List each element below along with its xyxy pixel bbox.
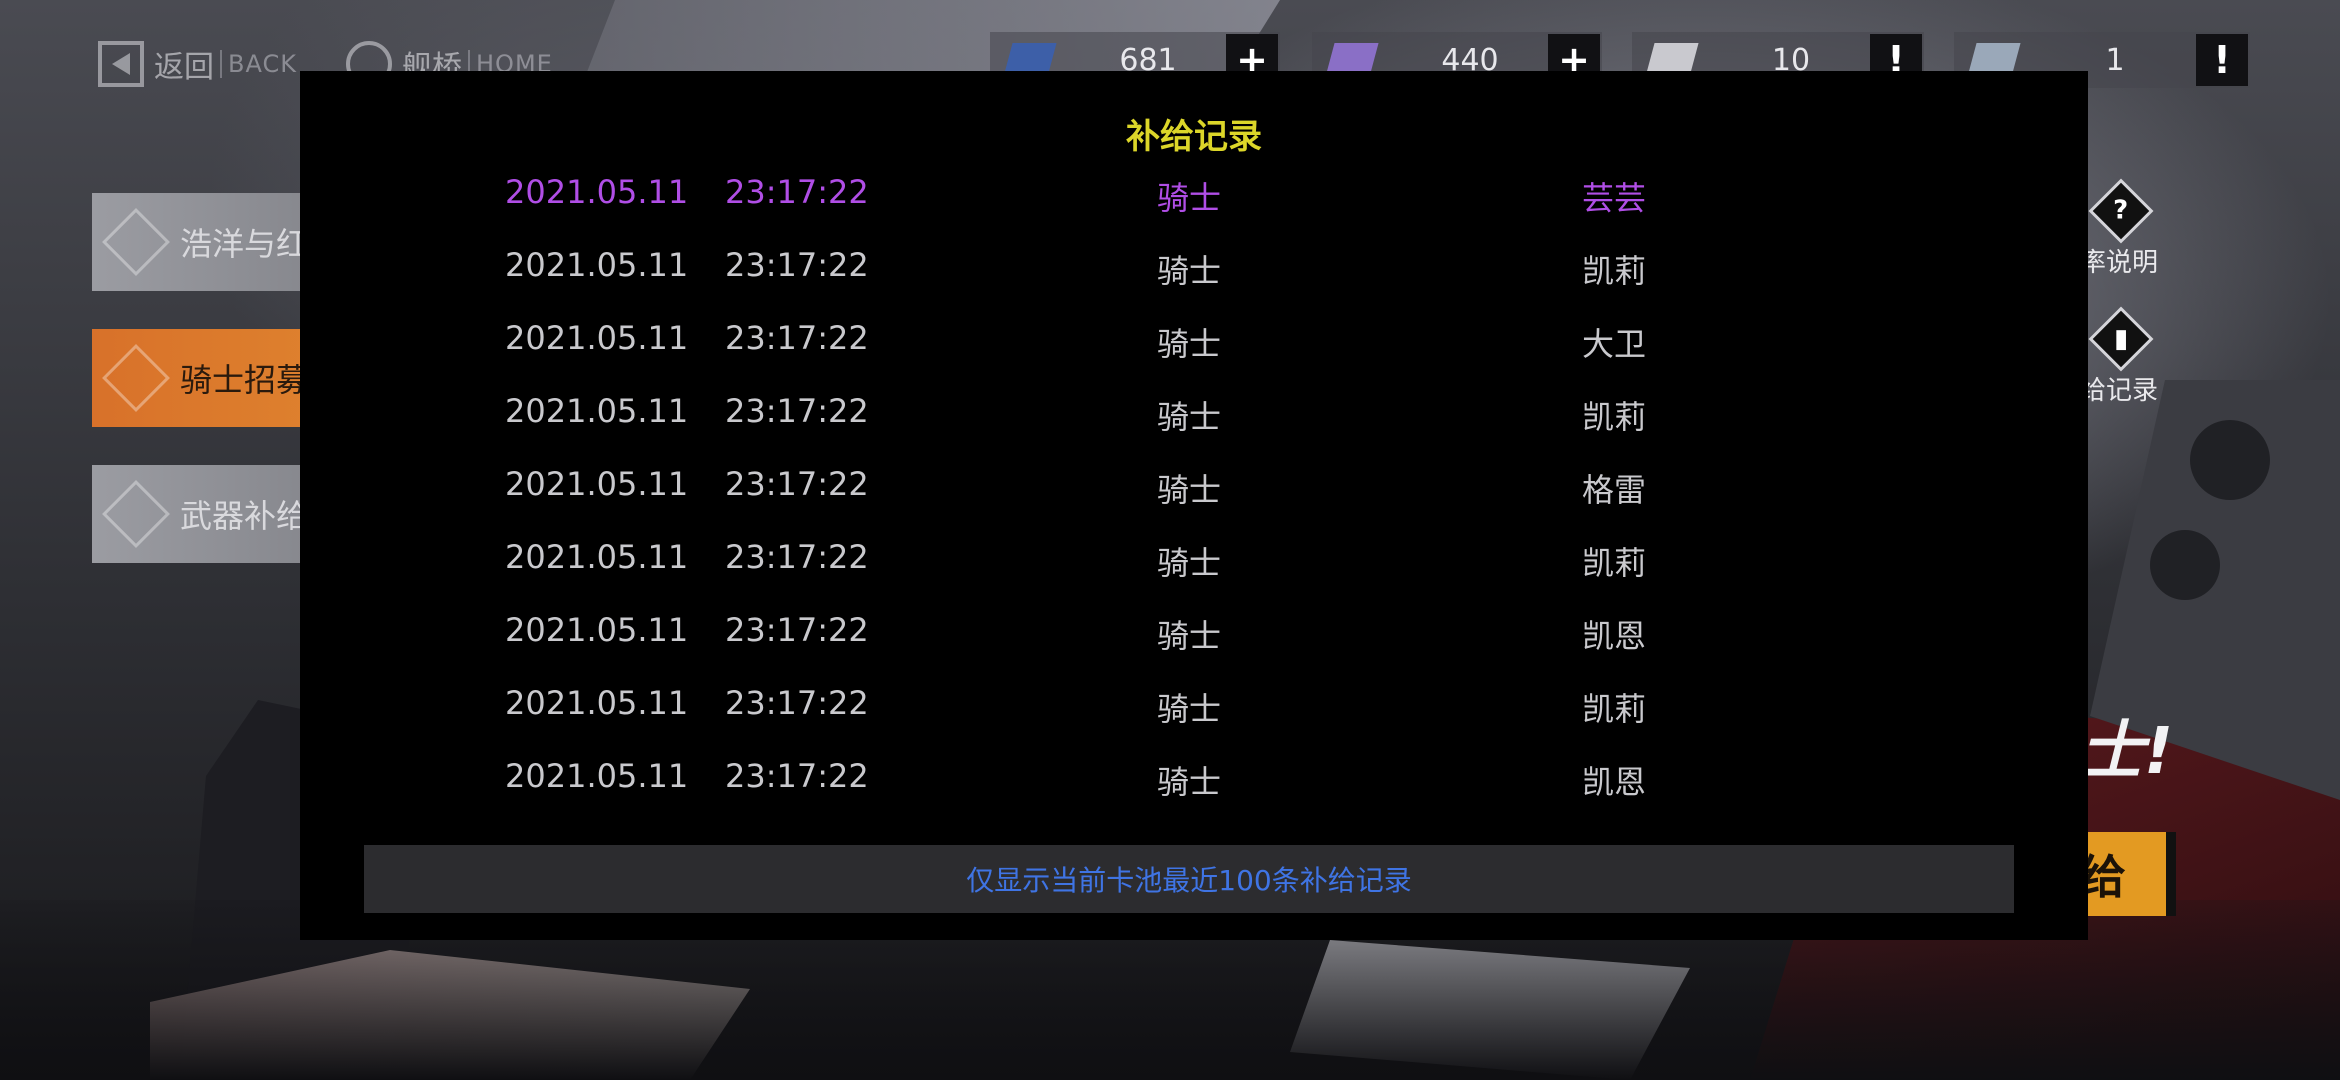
record-time: 23:17:22: [725, 538, 869, 576]
record-type: 骑士: [1157, 763, 1222, 801]
record-time: 23:17:22: [725, 684, 869, 722]
back-arrow-icon: [98, 41, 144, 87]
record-time: 23:17:22: [725, 392, 869, 430]
record-list: 2021.05.11 23:17:22 骑士 芸芸 2021.05.11 23:…: [300, 169, 2088, 826]
list-item: 2021.05.11 23:17:22 骑士 凯莉: [300, 680, 2088, 753]
record-name: 凯莉: [1582, 398, 1647, 436]
diamond-icon: [102, 344, 170, 412]
bg-mech-barrel: [2190, 420, 2270, 500]
question-icon: ?: [2113, 196, 2129, 226]
record-time: 23:17:22: [725, 611, 869, 649]
supply-record-dialog: 补给记录 2021.05.11 23:17:22 骑士 芸芸 2021.05.1…: [300, 71, 2088, 940]
list-item: 2021.05.11 23:17:22 骑士 凯莉: [300, 242, 2088, 315]
record-name: 格雷: [1582, 471, 1647, 509]
record-name: 大卫: [1582, 325, 1647, 363]
record-name: 凯莉: [1582, 544, 1647, 582]
record-type: 骑士: [1157, 471, 1222, 509]
record-type: 骑士: [1157, 398, 1222, 436]
record-name: 凯莉: [1582, 690, 1647, 728]
record-date: 2021.05.11: [505, 611, 689, 649]
diamond-icon: [102, 208, 170, 276]
record-limit-note: 仅显示当前卡池最近100条补给记录: [364, 845, 2014, 913]
record-type: 骑士: [1157, 325, 1222, 363]
record-date: 2021.05.11: [505, 246, 689, 284]
supply-button[interactable]: 给: [2080, 832, 2176, 916]
record-date: 2021.05.11: [505, 465, 689, 503]
record-type: 骑士: [1157, 544, 1222, 582]
back-label-en: BACK: [220, 50, 297, 78]
tab-label: 武器补给: [180, 497, 309, 535]
record-time: 23:17:22: [725, 757, 869, 795]
list-item: 2021.05.11 23:17:22 骑士 凯恩: [300, 753, 2088, 826]
bg-mech-barrel: [2150, 530, 2220, 600]
record-time: 23:17:22: [725, 319, 869, 357]
rate-info-label: 率说明: [2080, 248, 2159, 278]
back-label: 返回: [154, 50, 214, 85]
record-type: 骑士: [1157, 617, 1222, 655]
record-date: 2021.05.11: [505, 684, 689, 722]
record-date: 2021.05.11: [505, 392, 689, 430]
record-name: 芸芸: [1582, 179, 1647, 217]
record-time: 23:17:22: [725, 246, 869, 284]
card-icon: ▮: [2113, 324, 2129, 354]
record-date: 2021.05.11: [505, 319, 689, 357]
list-item: 2021.05.11 23:17:22 骑士 格雷: [300, 461, 2088, 534]
supply-permit-info-button[interactable]: !: [2196, 34, 2248, 86]
record-date: 2021.05.11: [505, 173, 689, 211]
banner-slogan: 士!: [2080, 715, 2174, 789]
record-type: 骑士: [1157, 252, 1222, 290]
diamond-icon: [102, 480, 170, 548]
dialog-title: 补给记录: [1126, 117, 1262, 157]
back-button[interactable]: 返回 BACK: [98, 36, 297, 92]
list-item: 2021.05.11 23:17:22 骑士 大卫: [300, 315, 2088, 388]
list-item: 2021.05.11 23:17:22 骑士 凯恩: [300, 607, 2088, 680]
record-name: 凯莉: [1582, 252, 1647, 290]
record-type: 骑士: [1157, 179, 1222, 217]
list-item: 2021.05.11 23:17:22 骑士 凯莉: [300, 534, 2088, 607]
record-name: 凯恩: [1582, 617, 1647, 655]
record-name: 凯恩: [1582, 763, 1647, 801]
record-time: 23:17:22: [725, 173, 869, 211]
list-item: 2021.05.11 23:17:22 骑士 芸芸: [300, 169, 2088, 242]
record-date: 2021.05.11: [505, 538, 689, 576]
tab-label: 骑士招募: [180, 361, 309, 399]
record-date: 2021.05.11: [505, 757, 689, 795]
supply-log-label: 给记录: [2080, 376, 2159, 406]
record-type: 骑士: [1157, 690, 1222, 728]
list-item: 2021.05.11 23:17:22 骑士 凯莉: [300, 388, 2088, 461]
record-time: 23:17:22: [725, 465, 869, 503]
